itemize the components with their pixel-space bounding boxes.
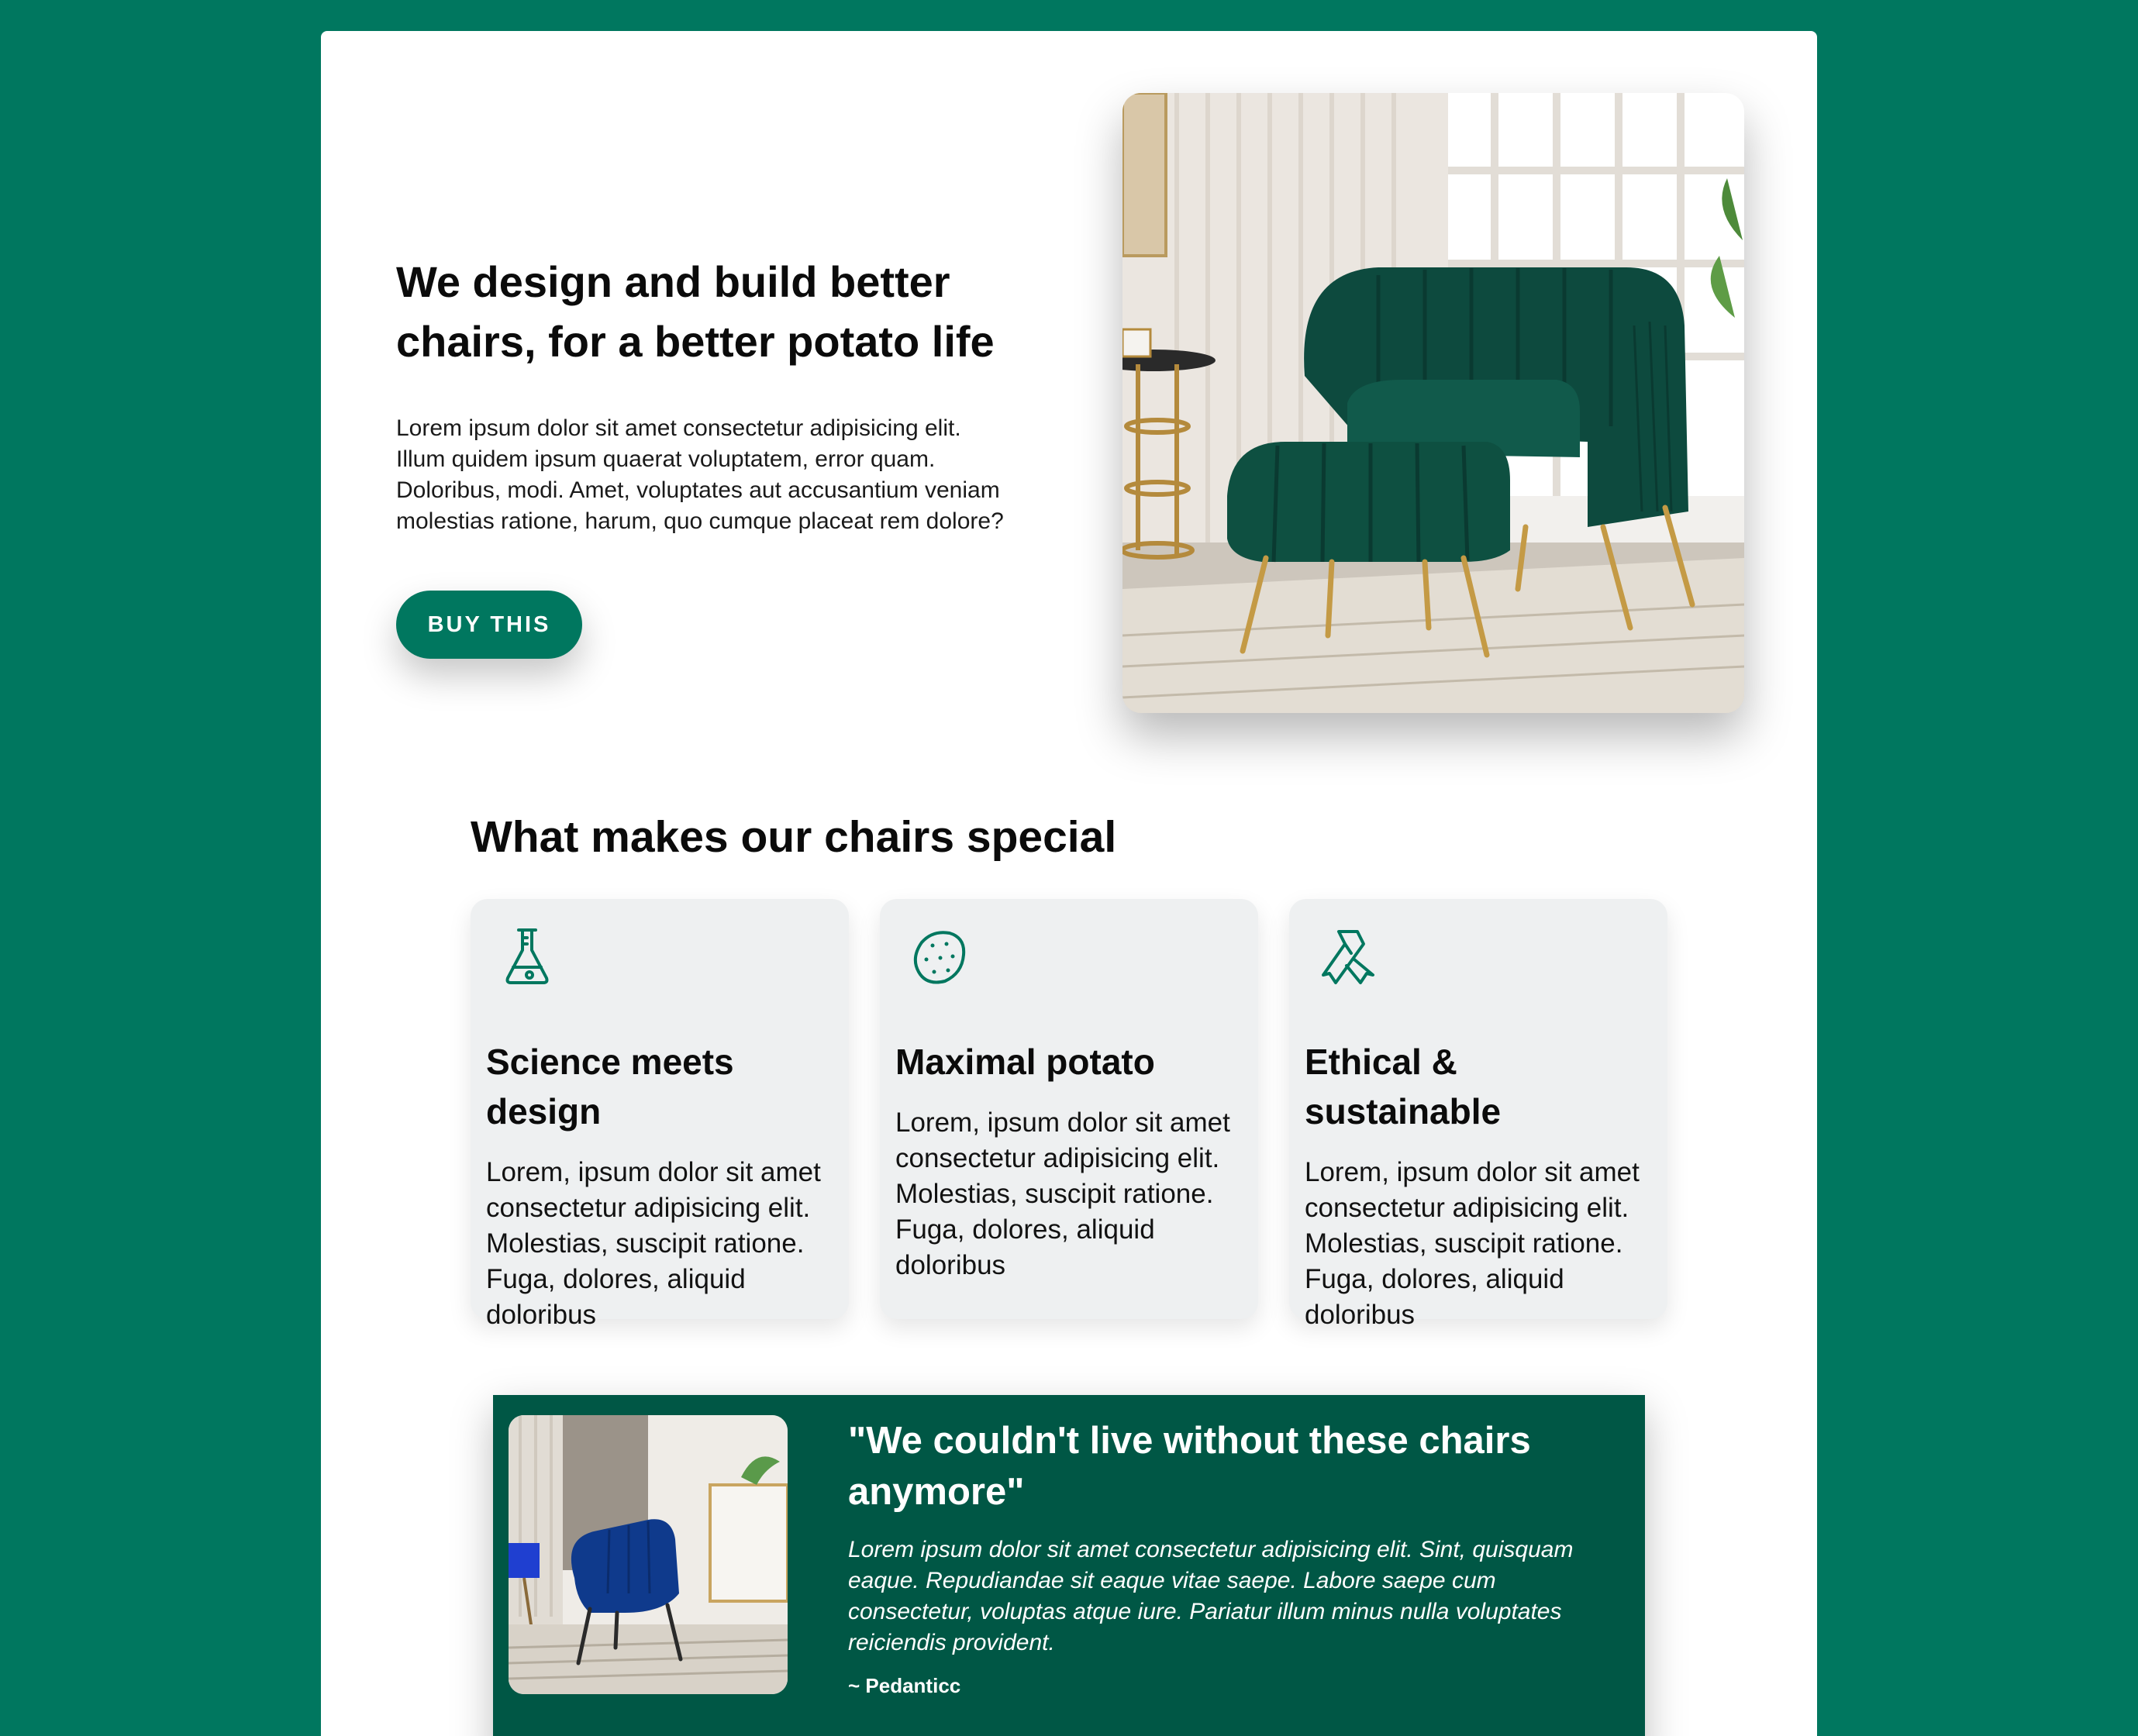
hero-chair-image — [1122, 93, 1744, 713]
feature-card-potato: Maximal potato Lorem, ipsum dolor sit am… — [880, 899, 1258, 1319]
feature-card-ethical: Ethical & sustainable Lorem, ipsum dolor… — [1289, 899, 1667, 1330]
testimonial-text: Lorem ipsum dolor sit amet consectetur a… — [848, 1537, 1574, 1655]
testimonial-quote: "We couldn't live without these chairs a… — [848, 1420, 1531, 1513]
feature-description: Lorem, ipsum dolor sit amet consectetur … — [895, 1107, 1230, 1280]
flask-icon — [505, 928, 549, 984]
potato-icon — [913, 931, 966, 984]
feature-title: Maximal potato — [895, 1042, 1155, 1082]
hero-description: Lorem ipsum dolor sit amet consectetur a… — [396, 415, 1004, 534]
ribbon-icon — [1322, 930, 1374, 984]
feature-description: Lorem, ipsum dolor sit amet consectetur … — [1305, 1157, 1640, 1330]
feature-title: Science meets design — [486, 1042, 734, 1132]
page-container: We design and build better chairs, for a… — [321, 31, 1817, 1736]
buy-this-button[interactable]: BUY THIS — [396, 591, 582, 659]
testimonial-author: ~ Pedanticc — [848, 1674, 961, 1697]
feature-title: Ethical & sustainable — [1305, 1042, 1502, 1132]
features-section-title: What makes our chairs special — [471, 812, 1117, 862]
feature-card-science: Science meets design Lorem, ipsum dolor … — [471, 899, 849, 1330]
feature-description: Lorem, ipsum dolor sit amet consectetur … — [486, 1157, 821, 1330]
hero-text: We design and build better chairs, for a… — [396, 252, 1040, 537]
hero-title: We design and build better chairs, for a… — [396, 257, 995, 366]
testimonial-chair-image — [509, 1415, 788, 1694]
testimonial-card: "We couldn't live without these chairs a… — [493, 1395, 1645, 1736]
